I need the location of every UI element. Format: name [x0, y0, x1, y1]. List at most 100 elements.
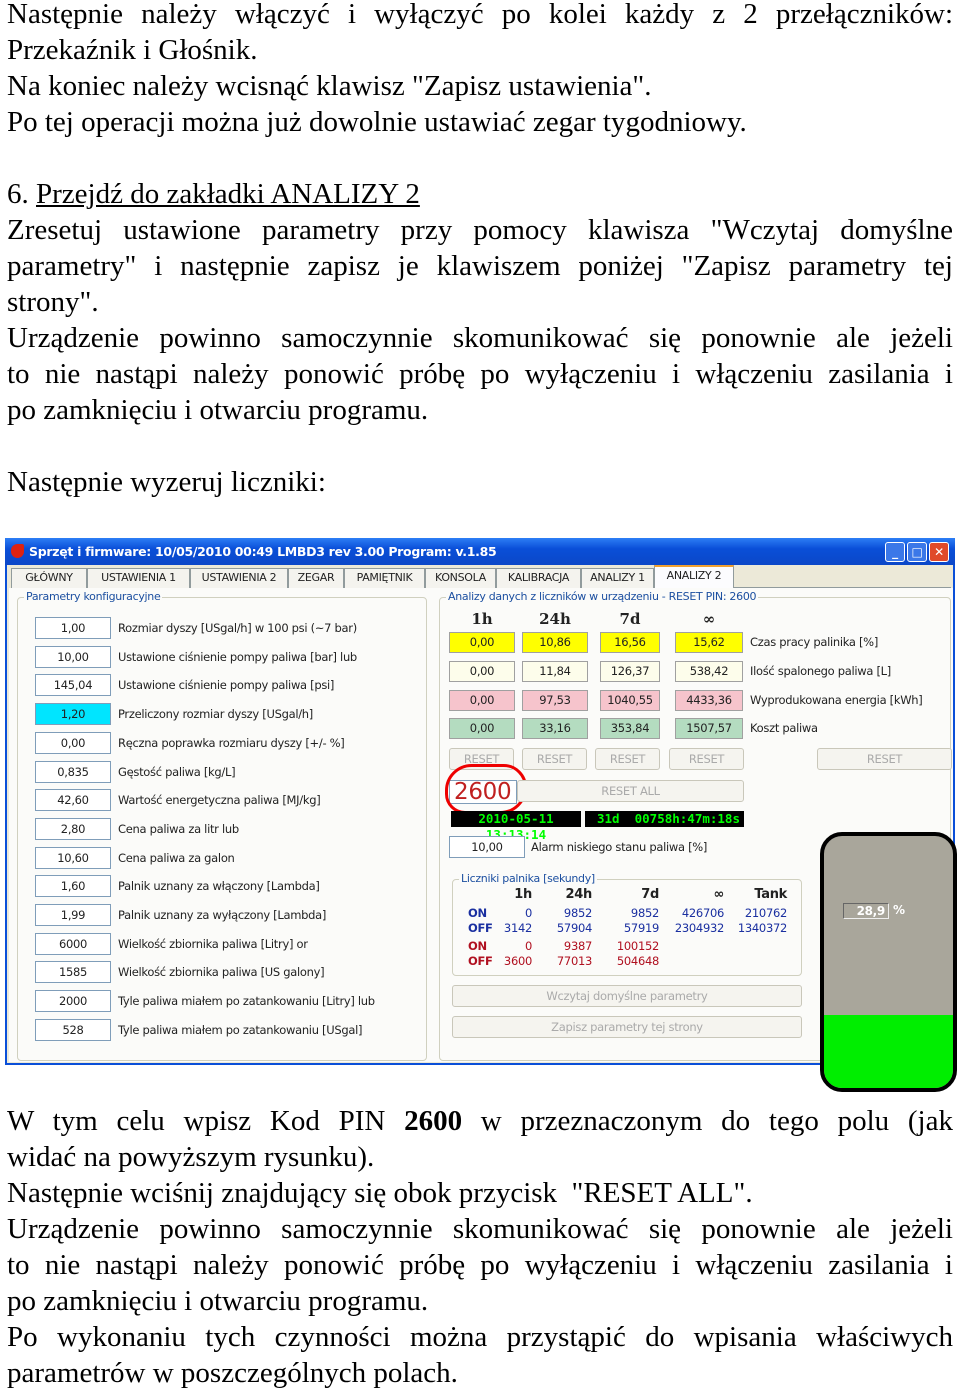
datetime-display: 2010-05-11 13:13:14	[451, 811, 581, 842]
app-icon	[11, 544, 24, 558]
analysis-value-cell: 0,00	[449, 689, 515, 711]
analysis-value-cell: 4433,36	[675, 689, 743, 711]
load-defaults-button[interactable]: Wczytaj domyślne parametry	[452, 985, 802, 1007]
analysis-value-cell: 0,00	[449, 660, 515, 682]
counter-value: 2304932	[674, 921, 724, 935]
paragraph-line: Na koniec należy wcisnąć klawisz "Zapisz…	[7, 70, 652, 102]
reset-button-tank[interactable]: RESET	[817, 748, 952, 770]
config-value-input[interactable]: 145,04	[35, 674, 111, 697]
app-screenshot: Sprzęt i firmware: 10/05/2010 00:49 LMBD…	[5, 538, 957, 1092]
paragraph-line: widać na powyższym rysunku).	[7, 1141, 375, 1173]
tab-analizy-1[interactable]: ANALIZY 1	[581, 568, 654, 588]
config-label: Palnik uznany za wyłączony [Lambda]	[118, 908, 327, 922]
counter-header: 24h	[565, 887, 593, 902]
paragraph-line: strony".	[7, 286, 99, 318]
config-value-input[interactable]: 1,00	[35, 617, 111, 639]
counter-value: 9852	[563, 906, 592, 920]
step-heading: 6. Przejdź do zakładki ANALIZY 2	[7, 176, 953, 212]
tab-konsola[interactable]: KONSOLA	[425, 568, 496, 588]
counter-header: ∞	[713, 887, 724, 902]
paragraph-line: parametrów w poszczególnych polach.	[7, 1357, 458, 1389]
config-label: Ręczna poprawka rozmiaru dyszy [+/- %]	[118, 735, 345, 750]
config-label: Ustawione ciśnienie pompy paliwa [bar] l…	[118, 649, 357, 664]
config-value-input[interactable]: 1,60	[35, 875, 111, 898]
analysis-row-label: Ilość spalonego paliwa [L]	[750, 663, 891, 678]
counter-value: 57919	[623, 921, 659, 935]
analysis-value-cell: 1507,57	[675, 718, 743, 740]
alarm-input[interactable]: 10,00	[449, 836, 525, 858]
tab-główny[interactable]: GŁÓWNY	[11, 568, 87, 588]
config-value-input[interactable]: 10,00	[35, 645, 111, 668]
counter-header: 7d	[641, 887, 659, 902]
config-label: Rozmiar dyszy [USgal/h] w 100 psi (~7 ba…	[118, 621, 357, 635]
column-header: 1h	[471, 610, 493, 628]
analysis-value-cell: 126,37	[600, 660, 660, 682]
config-group: Parametry konfiguracyjne 1,00 Rozmiar dys…	[17, 590, 427, 1061]
config-value-input[interactable]: 1,20	[35, 703, 111, 726]
analysis-value-cell: 10,86	[522, 632, 588, 653]
counter-value: 1340372	[737, 921, 787, 935]
config-label: Wielkość zbiornika paliwa [US galony]	[118, 965, 325, 980]
analysis-value-cell: 0,00	[449, 632, 515, 653]
paragraph-line: Po wykonaniu tych czynności można przyst…	[7, 1321, 953, 1353]
config-value-input[interactable]: 1,99	[35, 904, 111, 926]
config-value-input[interactable]: 2,80	[35, 817, 111, 840]
maximize-icon[interactable]: □	[907, 542, 927, 562]
config-label: Cena paliwa za litr lub	[118, 821, 239, 836]
counter-value: 3600	[503, 954, 532, 968]
paragraph-line: Zresetuj ustawione parametry przy pomocy…	[7, 214, 953, 246]
reset-button-24h[interactable]: RESET	[522, 748, 587, 770]
analizy2-panel: Parametry konfiguracyjne 1,00 Rozmiar dys…	[9, 588, 957, 1092]
counter-value: 9387	[563, 939, 592, 953]
config-value-input[interactable]: 0,835	[35, 760, 111, 783]
paragraph-line: to nie nastąpi należy ponowić próbę po w…	[7, 1249, 953, 1281]
column-header: 7d	[619, 610, 641, 628]
close-icon[interactable]: ✕	[929, 542, 949, 562]
tab-analizy-2[interactable]: ANALIZY 2	[654, 565, 734, 589]
reset-button-inf[interactable]: RESET	[669, 748, 744, 770]
tab-ustawienia-1[interactable]: USTAWIENIA 1	[87, 568, 190, 588]
tab-zegar[interactable]: ZEGAR	[288, 568, 344, 588]
window-title: Sprzęt i firmware: 10/05/2010 00:49 LMBD…	[29, 544, 497, 559]
config-value-input[interactable]: 10,60	[35, 846, 111, 869]
counter-value: 0	[524, 906, 532, 920]
step-number: 6.	[7, 178, 36, 210]
minimize-icon[interactable]: _	[885, 542, 905, 562]
paragraph-line: Następnie należy włączyć i wyłączyć po k…	[7, 0, 953, 30]
paragraph-line: Przekaźnik i Głośnik.	[7, 34, 258, 66]
counter-value: 3142	[503, 921, 532, 935]
counter-value: 57904	[556, 921, 592, 935]
analysis-value-cell: 33,16	[522, 718, 588, 740]
reset-all-button[interactable]: RESET ALL	[517, 780, 744, 802]
counter-header: Tank	[754, 887, 787, 902]
config-label: Palnik uznany za włączony [Lambda]	[118, 879, 320, 894]
counter-value: 9852	[630, 906, 659, 920]
config-value-input[interactable]: 42,60	[35, 789, 111, 812]
tab-pamiętnik[interactable]: PAMIĘTNIK	[344, 568, 425, 588]
step-link: Przejdź do zakładki ANALIZY 2	[36, 178, 420, 210]
reset-button-7d[interactable]: RESET	[595, 748, 660, 770]
red-circle-annotation	[445, 764, 527, 814]
save-page-button[interactable]: Zapisz parametry tej strony	[452, 1016, 802, 1038]
tab-ustawienia-2[interactable]: USTAWIENIA 2	[190, 568, 288, 588]
config-label: Przeliczony rozmiar dyszy [USgal/h]	[118, 707, 313, 722]
counters-group-title: Liczniki palnika [sekundy]	[459, 872, 597, 885]
analysis-value-cell: 16,56	[600, 632, 660, 653]
text-span: W tym celu wpisz Kod PIN	[7, 1105, 405, 1137]
paragraph-line: Następnie wyzeruj liczniki:	[7, 466, 326, 498]
config-value-input[interactable]: 528	[35, 1018, 111, 1041]
config-value-input[interactable]: 0,00	[35, 731, 111, 754]
config-value-input[interactable]: 1585	[35, 961, 111, 984]
config-value-input[interactable]: 2000	[35, 990, 111, 1013]
analysis-value-cell: 538,42	[675, 660, 743, 682]
paragraph-line: Po tej operacji można już dowolnie ustaw…	[7, 106, 747, 138]
column-header: 24h	[539, 610, 571, 628]
counter-value: 0	[524, 939, 532, 953]
analysis-value-cell: 11,84	[522, 660, 588, 682]
config-value-input[interactable]: 6000	[35, 932, 111, 955]
analysis-row-label: Czas pracy palinika [%]	[750, 635, 879, 649]
uptime-display: 31d 00758h:47m:18s	[585, 811, 744, 827]
counter-value: 100152	[616, 939, 659, 953]
config-label: Ustawione ciśnienie pompy paliwa [psi]	[118, 678, 335, 693]
tab-kalibracja[interactable]: KALIBRACJA	[496, 568, 581, 588]
